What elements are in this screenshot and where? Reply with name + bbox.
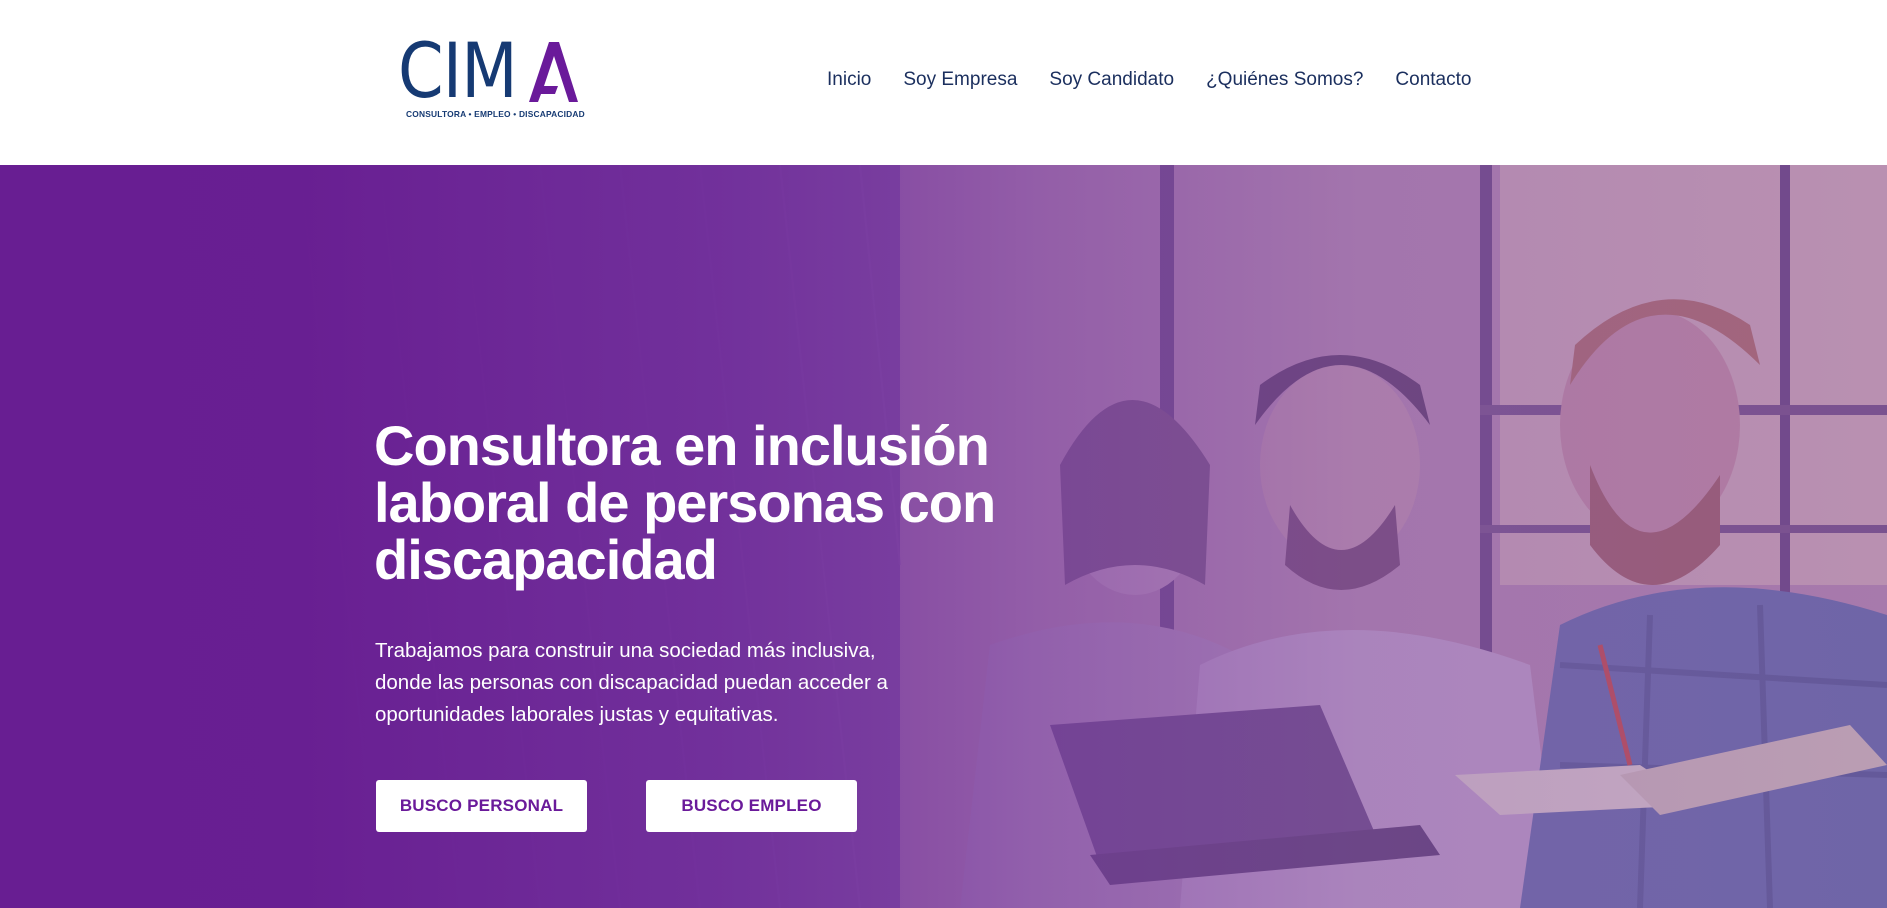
nav-item-inicio[interactable]: Inicio xyxy=(827,66,871,94)
busco-empleo-button[interactable]: BUSCO EMPLEO xyxy=(646,780,857,832)
logo-accent-letter-icon xyxy=(529,42,578,102)
hero-description: Trabajamos para construir una sociedad m… xyxy=(375,639,888,726)
hero-section: Consultora en inclusión laboral de perso… xyxy=(0,165,1887,908)
hero-title: Consultora en inclusión laboral de perso… xyxy=(374,414,996,591)
site-header: CIM CONSULTORA • EMPLEO • DISCAPACIDAD I… xyxy=(0,0,1887,165)
nav-item-soy-candidato[interactable]: Soy Candidato xyxy=(1049,66,1174,94)
logo-tagline: CONSULTORA • EMPLEO • DISCAPACIDAD xyxy=(406,109,585,119)
nav-item-quienes-somos[interactable]: ¿Quiénes Somos? xyxy=(1206,66,1363,94)
cima-logo[interactable]: CIM CONSULTORA • EMPLEO • DISCAPACIDAD xyxy=(398,26,585,122)
nav-item-contacto[interactable]: Contacto xyxy=(1395,66,1471,94)
nav-item-soy-empresa[interactable]: Soy Empresa xyxy=(903,66,1017,94)
logo-letters: CIM xyxy=(398,26,518,115)
logo-wordmark: CIM xyxy=(398,26,536,115)
main-navigation: Inicio Soy Empresa Soy Candidato ¿Quiéne… xyxy=(827,66,1471,94)
busco-personal-button[interactable]: BUSCO PERSONAL xyxy=(376,780,587,832)
